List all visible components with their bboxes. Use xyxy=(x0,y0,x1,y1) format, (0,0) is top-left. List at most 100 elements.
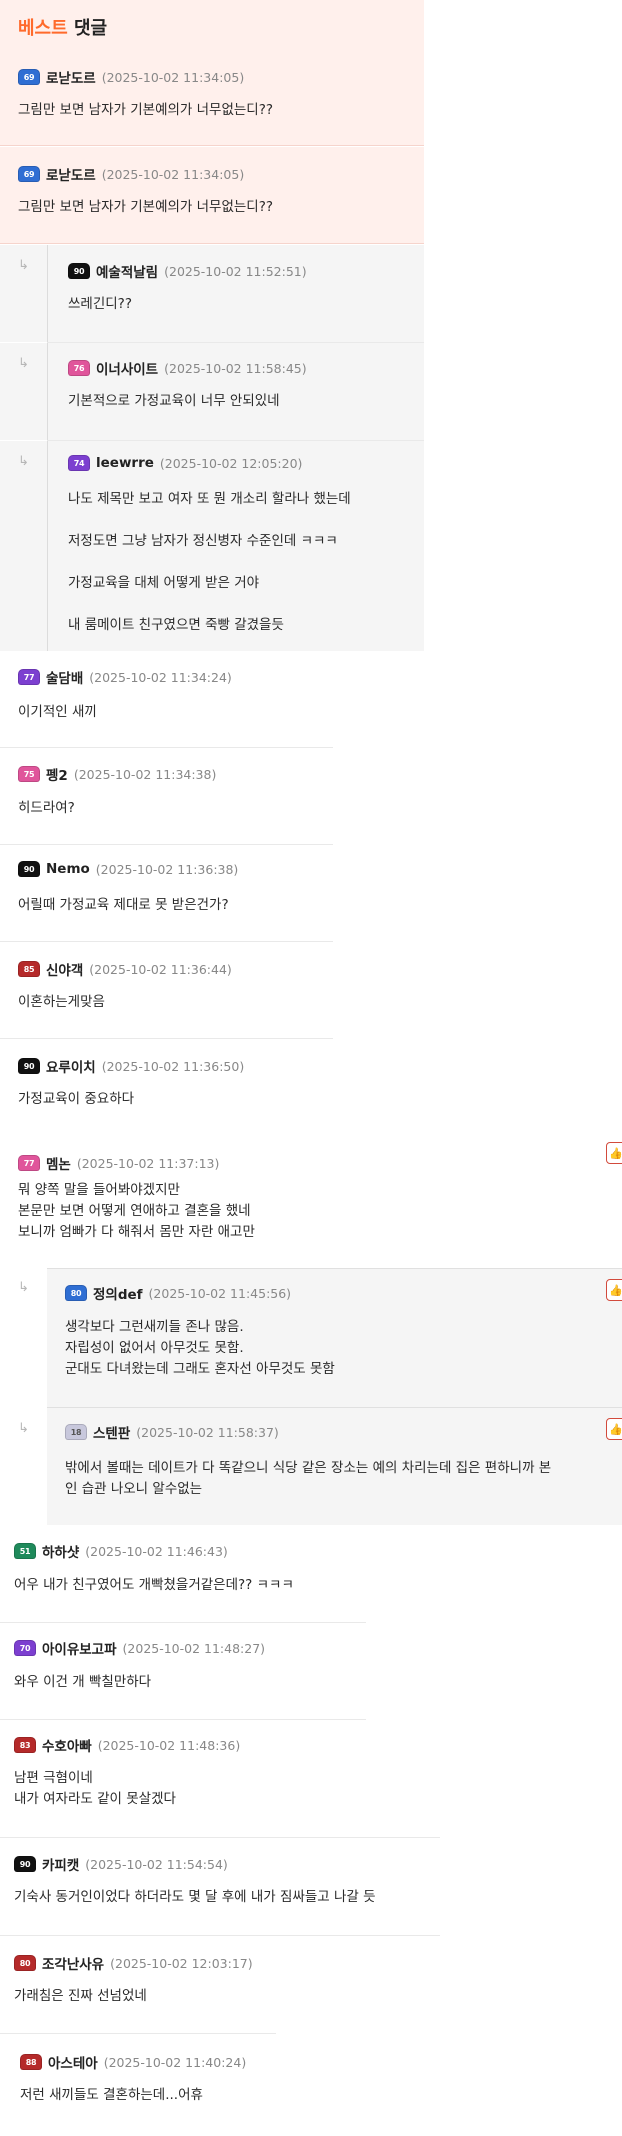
level-badge-icon: 88 xyxy=(20,2054,42,2070)
comment-nickname[interactable]: 로낟도르 xyxy=(46,164,96,184)
level-badge-icon: 69 xyxy=(18,69,40,85)
comment-timestamp: (2025-10-02 11:46:43) xyxy=(85,1543,228,1559)
comment-text: 그림만 보면 남자가 기본예의가 너무없는디?? xyxy=(18,102,274,118)
thumbs-up-icon[interactable]: 👍 xyxy=(606,1279,622,1301)
comment-nickname[interactable]: 카피캣 xyxy=(42,1854,79,1874)
comment-text: 이혼하는게맞음 xyxy=(18,994,105,1010)
comment-timestamp: (2025-10-02 11:34:05) xyxy=(101,69,245,85)
reply-item: 80 정의def (2025-10-02 11:45:56) 생각보다 그런새끼… xyxy=(47,1268,622,1407)
comment-nickname[interactable]: 요루이치 xyxy=(46,1056,96,1076)
reply-text: 쓰레긴디?? xyxy=(68,296,133,312)
comment-text: 저런 새끼들도 결혼하는데...어휴 xyxy=(20,2087,203,2103)
reply-arrow-icon: ↳ xyxy=(18,1421,29,1436)
comment-nickname[interactable]: Nemo xyxy=(46,861,90,877)
comment-item: 70 아이유보고파 (2025-10-02 11:48:27) 와우 이건 개 … xyxy=(0,1623,370,1719)
comment-nickname[interactable]: 아스테아 xyxy=(48,2052,98,2072)
best-label: 베스트 xyxy=(18,18,68,39)
level-badge-icon: 85 xyxy=(18,961,40,977)
level-badge-icon: 70 xyxy=(14,1640,36,1656)
comment-timestamp: (2025-10-02 11:34:24) xyxy=(89,669,232,685)
comment-nickname[interactable]: 술담배 xyxy=(46,667,83,687)
comments-label: 댓글 xyxy=(73,18,108,39)
comment-nickname[interactable]: 신야객 xyxy=(46,959,83,979)
comment-nickname[interactable]: 로낟도르 xyxy=(46,67,96,87)
comment-timestamp: (2025-10-02 11:34:05) xyxy=(101,166,245,182)
reply-timestamp: (2025-10-02 11:58:37) xyxy=(136,1424,279,1440)
comment-item: 77 멤논 (2025-10-02 11:37:13) 뭐 양쪽 말을 들어봐야… xyxy=(0,1136,622,1268)
level-badge-icon: 51 xyxy=(14,1543,36,1559)
level-badge-icon: 83 xyxy=(14,1737,36,1753)
comment-timestamp: (2025-10-02 11:36:50) xyxy=(101,1058,245,1074)
thumbs-up-icon[interactable]: 👍 xyxy=(606,1418,622,1440)
comment-nickname[interactable]: 펭2 xyxy=(46,764,68,784)
comment-text: 이기적인 새끼 xyxy=(18,704,97,720)
comment-text: 기숙사 동거인이었다 하더라도 몇 달 후에 내가 짐싸들고 나갈 듯 xyxy=(14,1889,376,1905)
reply-text-line: 내 룸메이트 친구였으면 죽빵 갈겼을듯 xyxy=(68,617,284,633)
comment-timestamp: (2025-10-02 11:34:38) xyxy=(73,766,217,782)
level-badge-icon: 75 xyxy=(18,766,40,782)
comment-item: 90 카피캣 (2025-10-02 11:54:54) 기숙사 동거인이었다 … xyxy=(0,1838,440,1935)
thumbs-up-icon[interactable]: 👍 xyxy=(606,1142,622,1164)
comment-text: 남편 극혐이네 내가 여자라도 같이 못살겠다 xyxy=(14,1770,176,1807)
comment-item: 77 술담배 (2025-10-02 11:34:24) 이기적인 새끼 xyxy=(0,651,340,747)
reply-text-line: 저정도면 그냥 남자가 정신병자 수준인데 ㅋㅋㅋ xyxy=(68,533,338,549)
reply-arrow-icon: ↳ xyxy=(18,1280,29,1295)
level-badge-icon: 80 xyxy=(65,1285,87,1301)
reply-timestamp: (2025-10-02 12:05:20) xyxy=(159,455,303,471)
level-badge-icon: 90 xyxy=(68,263,90,279)
reply-timestamp: (2025-10-02 11:58:45) xyxy=(164,360,307,376)
reply-timestamp: (2025-10-02 11:45:56) xyxy=(148,1285,292,1301)
comment-text: 어우 내가 친구였어도 개빡쳤을거같은데?? ㅋㅋㅋ xyxy=(14,1577,294,1593)
comment-item: 85 신야객 (2025-10-02 11:36:44) 이혼하는게맞음 xyxy=(0,942,340,1038)
comment-item: 83 수호아빠 (2025-10-02 11:48:36) 남편 극혐이네 내가… xyxy=(0,1720,370,1837)
reply-arrow-icon: ↳ xyxy=(18,258,29,273)
comment-timestamp: (2025-10-02 11:54:54) xyxy=(85,1856,228,1872)
comment-nickname[interactable]: 수호아빠 xyxy=(42,1735,92,1755)
level-badge-icon: 74 xyxy=(68,455,90,471)
comment-nickname[interactable]: 조각난사유 xyxy=(42,1953,104,1973)
comment-timestamp: (2025-10-02 11:36:38) xyxy=(95,861,239,877)
comment-text: 가정교육이 중요하다 xyxy=(18,1091,135,1107)
comment-timestamp: (2025-10-02 12:03:17) xyxy=(110,1955,253,1971)
level-badge-icon: 18 xyxy=(65,1424,87,1440)
comment-timestamp: (2025-10-02 11:36:44) xyxy=(89,961,232,977)
comment-timestamp: (2025-10-02 11:48:36) xyxy=(97,1737,241,1753)
reply-nickname[interactable]: 이너사이트 xyxy=(96,358,158,378)
best-comment: 69 로낟도르 (2025-10-02 11:34:05) 그림만 보면 남자가… xyxy=(0,147,424,244)
comment-text: 그림만 보면 남자가 기본예의가 너무없는디?? xyxy=(18,199,274,215)
reply-nickname[interactable]: 정의def xyxy=(93,1283,143,1303)
comment-text: 가래침은 진짜 선넘었네 xyxy=(14,1988,147,2004)
comment-item: 80 조각난사유 (2025-10-02 12:03:17) 가래침은 진짜 선… xyxy=(0,1936,440,2033)
comment-timestamp: (2025-10-02 11:40:24) xyxy=(103,2054,247,2070)
reply-item: ↳ 76 이너사이트 (2025-10-02 11:58:45) 기본적으로 가… xyxy=(0,343,424,440)
comment-item: 88 아스테아 (2025-10-02 11:40:24) 저런 새끼들도 결혼… xyxy=(0,2034,280,2136)
reply-text-line: 가정교육을 대체 어떻게 받은 거야 xyxy=(68,575,260,591)
comment-nickname[interactable]: 아이유보고파 xyxy=(42,1638,117,1658)
best-comment: 69 로낟도르 (2025-10-02 11:34:05) 그림만 보면 남자가… xyxy=(0,55,424,146)
reply-arrow-icon: ↳ xyxy=(18,454,29,469)
comment-text: 와우 이건 개 빡칠만하다 xyxy=(14,1674,152,1690)
level-badge-icon: 77 xyxy=(18,669,40,685)
comment-item: 90 Nemo (2025-10-02 11:36:38) 어릴때 가정교육 제… xyxy=(0,845,340,941)
comment-text: 뭐 양쪽 말을 들어봐야겠지만 본문만 보면 어떻게 연애하고 결혼을 했네 보… xyxy=(18,1182,255,1240)
comment-text: 히드라여? xyxy=(18,800,75,816)
comment-timestamp: (2025-10-02 11:48:27) xyxy=(122,1640,266,1656)
reply-nickname[interactable]: 스텐판 xyxy=(93,1422,130,1442)
reply-item: 18 스텐판 (2025-10-02 11:58:37) 밖에서 볼때는 데이트… xyxy=(47,1408,622,1525)
level-badge-icon: 77 xyxy=(18,1155,40,1171)
comment-item: 75 펭2 (2025-10-02 11:34:38) 히드라여? xyxy=(0,748,340,844)
comment-nickname[interactable]: 하하샷 xyxy=(42,1541,79,1561)
reply-text-line: 나도 제목만 보고 여자 또 뭔 개소리 할라나 했는데 xyxy=(68,491,351,507)
level-badge-icon: 80 xyxy=(14,1955,36,1971)
reply-item: ↳ 74 leewrre (2025-10-02 12:05:20) 나도 제목… xyxy=(0,441,424,651)
comment-item: 51 하하샷 (2025-10-02 11:46:43) 어우 내가 친구였어도… xyxy=(0,1525,370,1622)
comment-nickname[interactable]: 멤논 xyxy=(46,1153,71,1173)
reply-arrow-icon: ↳ xyxy=(18,356,29,371)
reply-timestamp: (2025-10-02 11:52:51) xyxy=(164,263,307,279)
reply-nickname[interactable]: leewrre xyxy=(96,455,154,471)
comment-timestamp: (2025-10-02 11:37:13) xyxy=(76,1155,220,1171)
reply-text: 기본적으로 가정교육이 너무 안되있네 xyxy=(68,393,280,409)
level-badge-icon: 90 xyxy=(18,861,40,877)
comment-item: 90 요루이치 (2025-10-02 11:36:50) 가정교육이 중요하다 xyxy=(0,1039,340,1135)
reply-nickname[interactable]: 예술적날림 xyxy=(96,261,158,281)
